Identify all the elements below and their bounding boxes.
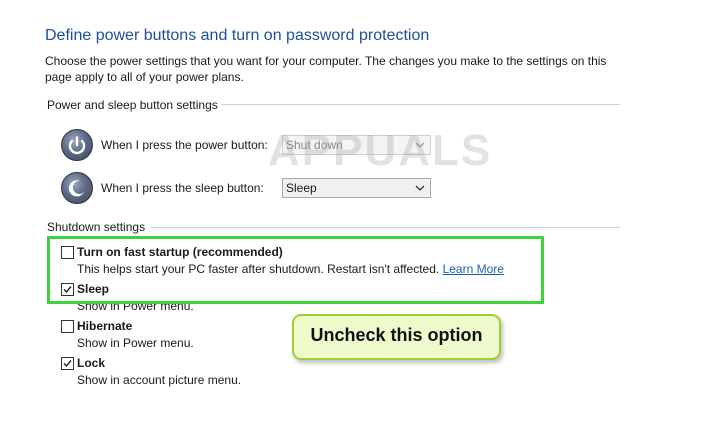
sleep-button-label: When I press the sleep button: (101, 181, 264, 195)
page-description: Choose the power settings that you want … (45, 54, 607, 84)
hibernate-option-label: Hibernate (77, 319, 133, 333)
moon-icon (61, 172, 93, 204)
lock-option-description: Show in account picture menu. (77, 373, 242, 387)
power-icon (61, 129, 93, 161)
power-sleep-separator (221, 104, 620, 105)
chevron-down-icon (415, 185, 425, 191)
watermark-logo: APPUALS (268, 126, 493, 175)
sleep-button-dropdown[interactable]: Sleep (282, 178, 431, 198)
power-sleep-heading: Power and sleep button settings (47, 98, 218, 112)
checkmark-icon (63, 360, 72, 368)
annotation-callout: Uncheck this option (292, 314, 501, 360)
shutdown-separator (150, 227, 620, 228)
fast-startup-highlight-box (47, 236, 544, 304)
hibernate-checkbox[interactable] (61, 320, 74, 333)
hibernate-option-description: Show in Power menu. (77, 336, 194, 350)
lock-checkbox[interactable] (61, 357, 74, 370)
shutdown-heading: Shutdown settings (47, 220, 146, 234)
sleep-button-value: Sleep (286, 181, 317, 195)
page-title: Define power buttons and turn on passwor… (45, 27, 430, 44)
lock-option-label: Lock (77, 356, 106, 370)
power-button-label: When I press the power button: (101, 138, 268, 152)
